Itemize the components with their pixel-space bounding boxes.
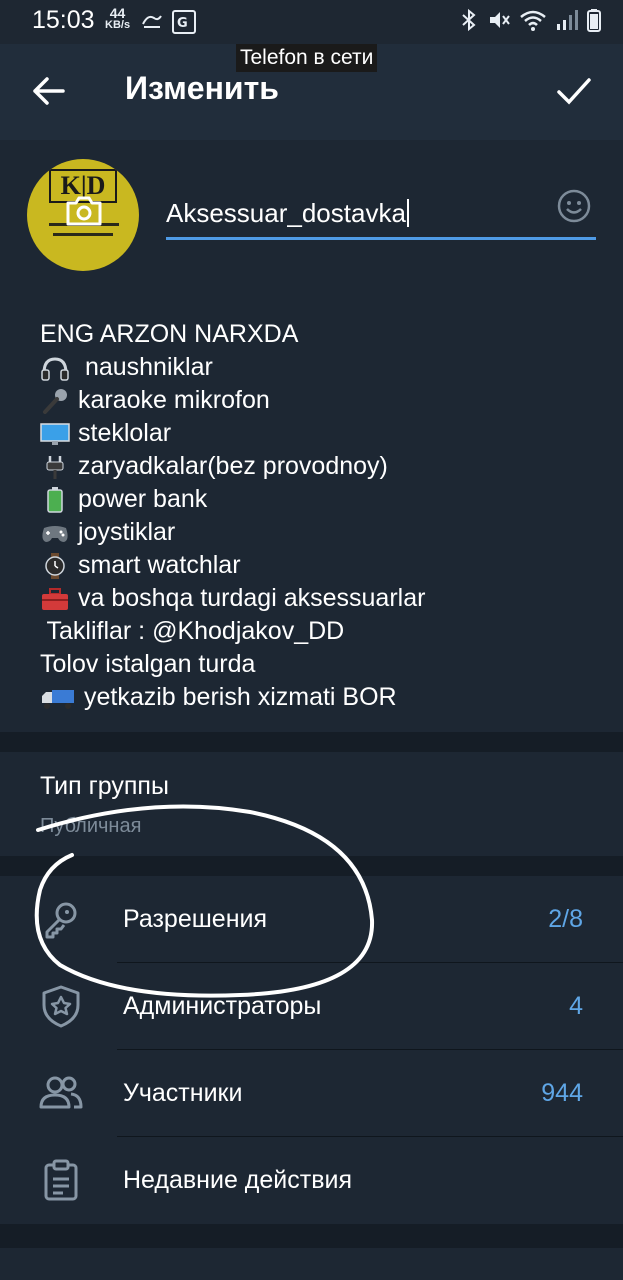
users-icon [39, 1076, 83, 1109]
description-line-text: power bank [78, 485, 208, 513]
description-line: ENG ARZON NARXDA [40, 318, 600, 351]
description-line-text: zaryadkalar(bez provodnoy) [78, 452, 388, 480]
toolbar: Telefon в сети Изменить [0, 44, 623, 140]
recent-actions-label: Недавние действия [123, 1166, 352, 1194]
group-type-title: Тип группы [40, 772, 169, 800]
group-name-value: Aksessuar_dostavka [166, 198, 406, 228]
key-icon [45, 902, 77, 939]
profile-section: K|D Aksessuar_dostavka ENG ARZON NARXDA … [0, 140, 623, 732]
group-type-row[interactable]: Тип группы Публичная [0, 752, 623, 856]
microphone-emoji [40, 388, 70, 414]
permissions-row[interactable]: Разрешения 2/8 [0, 876, 623, 963]
description-line: yetkazib berish xizmati BOR [40, 681, 600, 714]
avatar-decoration [53, 233, 113, 236]
members-count: 944 [541, 1079, 583, 1107]
description-line: power bank [40, 483, 600, 516]
description-line-text: Takliflar : @Khodjakov_DD [40, 617, 345, 645]
avatar[interactable]: K|D [27, 159, 139, 271]
svg-text:G: G [177, 16, 188, 31]
group-type-value: Публичная [40, 815, 142, 837]
description-line: va boshqa turdagi aksessuarlar [40, 582, 600, 615]
description-line: karaoke mikrofon [40, 384, 600, 417]
toolbox-emoji [40, 586, 70, 612]
description-line-text: yetkazib berish xizmati BOR [84, 683, 397, 711]
status-time: 15:03 [32, 6, 95, 34]
translate-icon: G [172, 10, 196, 34]
description-line: Tolov istalgan turda [40, 648, 600, 681]
checkmark-button[interactable] [553, 70, 595, 112]
group-name-input[interactable]: Aksessuar_dostavka [166, 188, 596, 240]
description-line: Takliflar : @Khodjakov_DD [40, 615, 600, 648]
monitor-emoji [40, 421, 70, 447]
group-description[interactable]: ENG ARZON NARXDA naushniklar karaoke mikr… [40, 318, 600, 714]
description-line: joystiklar [40, 516, 600, 549]
permissions-label: Разрешения [123, 905, 268, 933]
status-bar: 15:03 44 KB/s G [0, 0, 623, 44]
next-row-partial[interactable] [0, 1248, 623, 1280]
description-line: steklolar [40, 417, 600, 450]
description-line-text: karaoke mikrofon [78, 386, 270, 414]
headphones-emoji [40, 355, 70, 381]
status-icons [459, 8, 601, 32]
description-line-text: joystiklar [78, 518, 176, 546]
shield-star-icon [42, 985, 80, 1028]
description-line: zaryadkalar(bez provodnoy) [40, 450, 600, 483]
section-divider [0, 1224, 623, 1248]
truck-emoji [40, 685, 76, 711]
plug-emoji [40, 454, 70, 480]
members-label: Участники [123, 1079, 243, 1107]
camera-icon[interactable] [64, 193, 104, 229]
administrators-count: 4 [569, 992, 583, 1020]
emoji-icon[interactable] [556, 188, 592, 224]
watch-emoji [40, 552, 70, 579]
description-line-text: ENG ARZON NARXDA [40, 320, 299, 348]
settings-list: Разрешения 2/8 Администраторы 4 Участник… [0, 876, 623, 1224]
section-divider [0, 856, 623, 876]
page-title: Изменить [125, 70, 279, 106]
battery-emoji [40, 486, 70, 513]
description-line-text: steklolar [78, 419, 172, 447]
signal-icon [557, 10, 578, 30]
description-line-text: Tolov istalgan turda [40, 650, 256, 678]
battery-icon [587, 9, 601, 32]
wifi-icon [520, 10, 546, 31]
description-line-text: va boshqa turdagi aksessuarlar [78, 584, 426, 612]
description-line: smart watchlar [40, 549, 600, 582]
administrators-row[interactable]: Администраторы 4 [0, 963, 623, 1050]
network-speed-value: 44 [109, 5, 126, 21]
back-button[interactable] [28, 70, 70, 112]
clipboard-icon [44, 1159, 78, 1201]
connection-toast: Telefon в сети [236, 44, 378, 72]
description-line: naushniklar [40, 351, 600, 384]
mute-icon [490, 12, 510, 28]
network-speed-unit: KB/s [105, 19, 131, 31]
description-line-text: smart watchlar [78, 551, 241, 579]
description-line-text: naushniklar [78, 353, 213, 381]
network-speed: 44 KB/s [105, 5, 131, 31]
permissions-count: 2/8 [548, 905, 583, 933]
text-cursor [406, 199, 409, 227]
notification-icon [142, 15, 162, 28]
section-divider [0, 732, 623, 752]
recent-actions-row[interactable]: Недавние действия [0, 1137, 623, 1224]
gamepad-emoji [40, 520, 70, 546]
bluetooth-icon [462, 8, 476, 32]
administrators-label: Администраторы [123, 992, 322, 1020]
group-name-text[interactable]: Aksessuar_dostavka [166, 198, 409, 229]
members-row[interactable]: Участники 944 [0, 1050, 623, 1137]
